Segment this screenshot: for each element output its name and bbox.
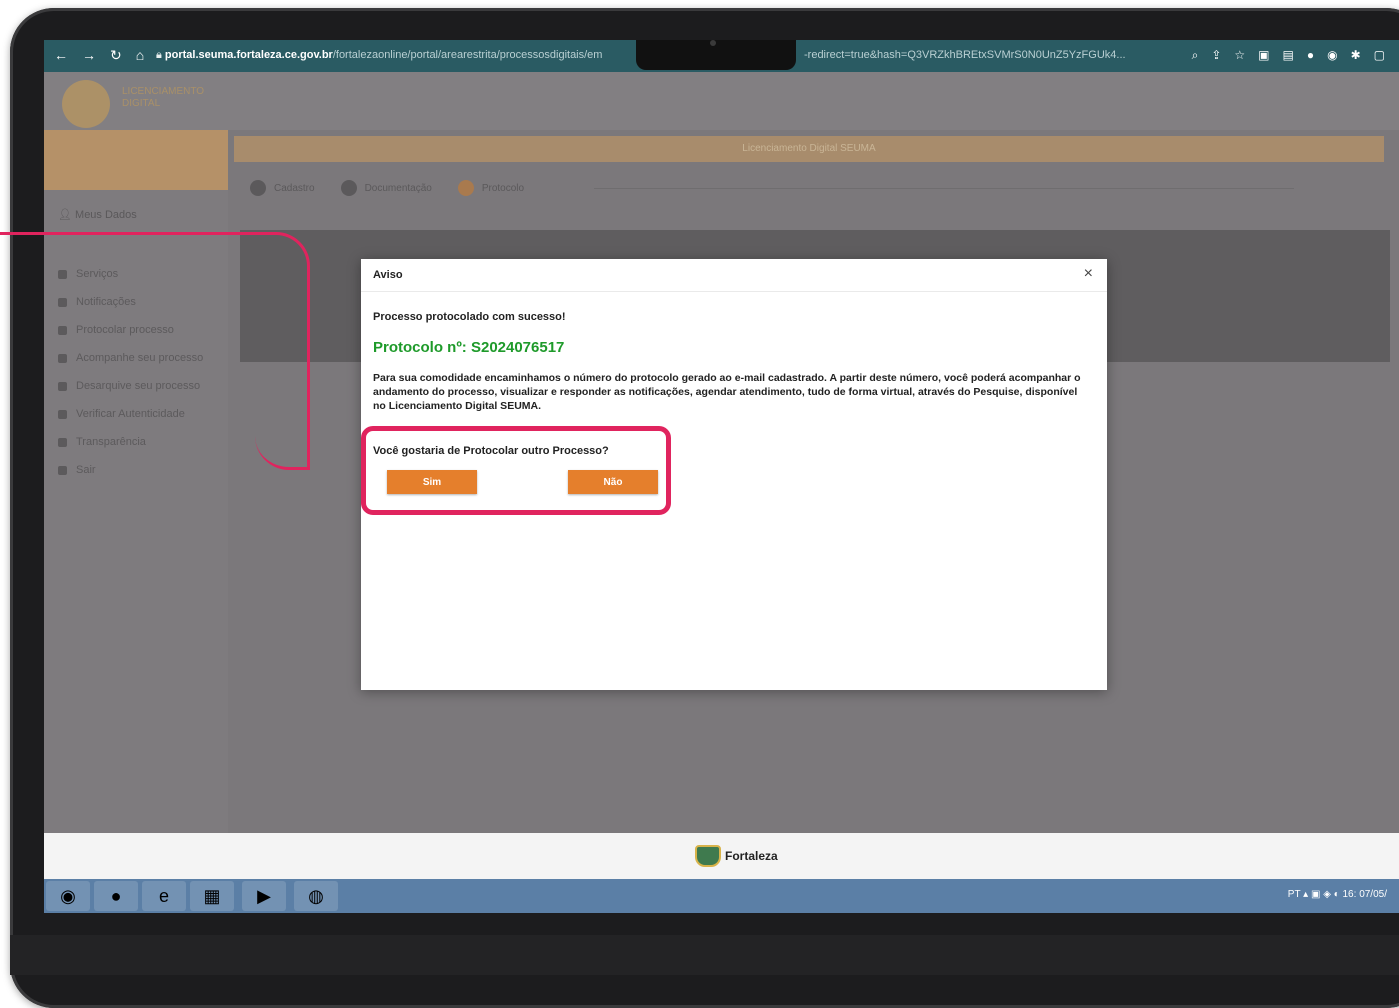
sidebar: 👤︎ Meus Dados Serviços Notificações Prot… [44, 130, 228, 840]
lock-icon: 🔒︎ [156, 49, 165, 61]
close-icon[interactable]: × [1084, 265, 1093, 283]
callout-line [0, 232, 275, 235]
windows-taskbar: ◉ ● e ▦ ▶ ◍ PT ▴ ▣ ◈ ◐ 16: 07/05/ [44, 879, 1399, 913]
step-documentacao: Documentação [340, 180, 432, 196]
step-cadastro: Cadastro [250, 180, 315, 196]
fortaleza-emblem-icon [695, 845, 721, 867]
folder-icon[interactable]: ▦ [190, 881, 234, 911]
bell-icon [58, 297, 67, 307]
sidebar-item-desarquive[interactable]: Desarquive seu processo [58, 372, 203, 400]
fortaleza-logo: Fortaleza [695, 845, 778, 867]
internet-explorer-icon[interactable]: e [142, 881, 186, 911]
puzzle-icon[interactable]: ✱ [1351, 48, 1361, 63]
success-message: Processo protocolado com sucesso! [373, 311, 566, 323]
page-footer: Fortaleza [44, 833, 1399, 879]
page-banner: Licenciamento Digital SEUMA [234, 136, 1384, 162]
step-protocolo: Protocolo [457, 180, 524, 196]
browser-actions: ⌕ ⇪ ☆ ▣ ▤ ● ◉ ✱ ▢ [1192, 48, 1385, 63]
step-circle-icon [340, 180, 357, 196]
step-circle-icon [250, 180, 266, 196]
back-arrow-icon[interactable]: ← [54, 47, 68, 64]
share-icon[interactable]: ⇪ [1211, 48, 1221, 63]
logout-icon [58, 465, 67, 475]
browser-nav: ← → ↻ ⌂ [54, 47, 144, 64]
address-bar[interactable]: 🔒︎ portal.seuma.fortaleza.ce.gov.br/fort… [156, 49, 602, 62]
sidebar-item-meus-dados[interactable]: 👤︎ Meus Dados [58, 208, 137, 221]
info-icon [58, 437, 67, 447]
licenciamento-logo-icon [62, 80, 110, 128]
sidebar-item-acompanhe[interactable]: Acompanhe seu processo [58, 344, 203, 372]
sidebar-item-verificar[interactable]: Verificar Autenticidade [58, 400, 203, 428]
user-icon: 👤︎ [58, 209, 76, 221]
step-circle-icon [457, 180, 474, 196]
progress-steps: Cadastro Documentação Protocolo [250, 180, 524, 196]
extension-icon[interactable]: ◉ [1327, 48, 1337, 63]
forward-arrow-icon[interactable]: → [82, 47, 96, 64]
modal-title: Aviso [373, 269, 403, 281]
callout-line-curve [255, 232, 310, 470]
url-host: portal.seuma.fortaleza.ce.gov.br [164, 49, 333, 61]
sidebar-item-servicos[interactable]: Serviços [58, 260, 203, 288]
sidepanel-icon[interactable]: ▢ [1374, 48, 1385, 63]
chart-icon [58, 353, 67, 363]
page-header: LICENCIAMENTO DIGITAL [44, 72, 1399, 130]
callout-highlight-box [361, 426, 671, 515]
home-icon [58, 269, 67, 279]
steps-divider [594, 188, 1294, 189]
camera-notch [636, 40, 796, 70]
extension-icon[interactable]: ● [1307, 48, 1314, 63]
tray-icons[interactable]: ▴ ▣ ◈ ◐ [1303, 889, 1340, 900]
chrome-icon[interactable]: ● [94, 881, 138, 911]
document-icon [58, 325, 67, 335]
modal-description: Para sua comodidade encaminhamos o númer… [373, 372, 1081, 412]
system-tray: PT ▴ ▣ ◈ ◐ 16: 07/05/ [1287, 889, 1387, 900]
check-icon [58, 409, 67, 419]
extension-icon[interactable]: ▤ [1283, 48, 1294, 63]
sidebar-item-notificacoes[interactable]: Notificações [58, 288, 203, 316]
modal-header: Aviso × [361, 259, 1107, 292]
zoom-icon[interactable]: ⌕ [1192, 48, 1199, 63]
sidebar-item-transparencia[interactable]: Transparência [58, 428, 203, 456]
url-path: /fortalezaonline/portal/arearestrita/pro… [332, 49, 603, 61]
protocol-number: Protocolo nº: S2024076517 [373, 339, 565, 356]
start-button-icon[interactable]: ◉ [46, 881, 90, 911]
bookmark-star-icon[interactable]: ☆ [1234, 48, 1245, 63]
firefox-icon[interactable]: ◍ [294, 881, 338, 911]
sidebar-item-sair[interactable]: Sair [58, 456, 203, 484]
media-player-icon[interactable]: ▶ [242, 881, 286, 911]
sidebar-header [44, 130, 228, 190]
sidebar-item-protocolar[interactable]: Protocolar processo [58, 316, 203, 344]
sidebar-menu: Serviços Notificações Protocolar process… [58, 260, 203, 484]
laptop-bottom-bezel [10, 935, 1399, 975]
extension-icon[interactable]: ▣ [1258, 48, 1269, 63]
url-tail: -redirect=true&hash=Q3VRZkhBREtxSVMrS0N0… [804, 49, 1126, 61]
home-icon[interactable]: ⌂ [136, 47, 144, 64]
webcam [710, 40, 716, 46]
archive-icon [58, 381, 67, 391]
reload-icon[interactable]: ↻ [110, 47, 122, 64]
logo-text: LICENCIAMENTO DIGITAL [122, 86, 205, 109]
